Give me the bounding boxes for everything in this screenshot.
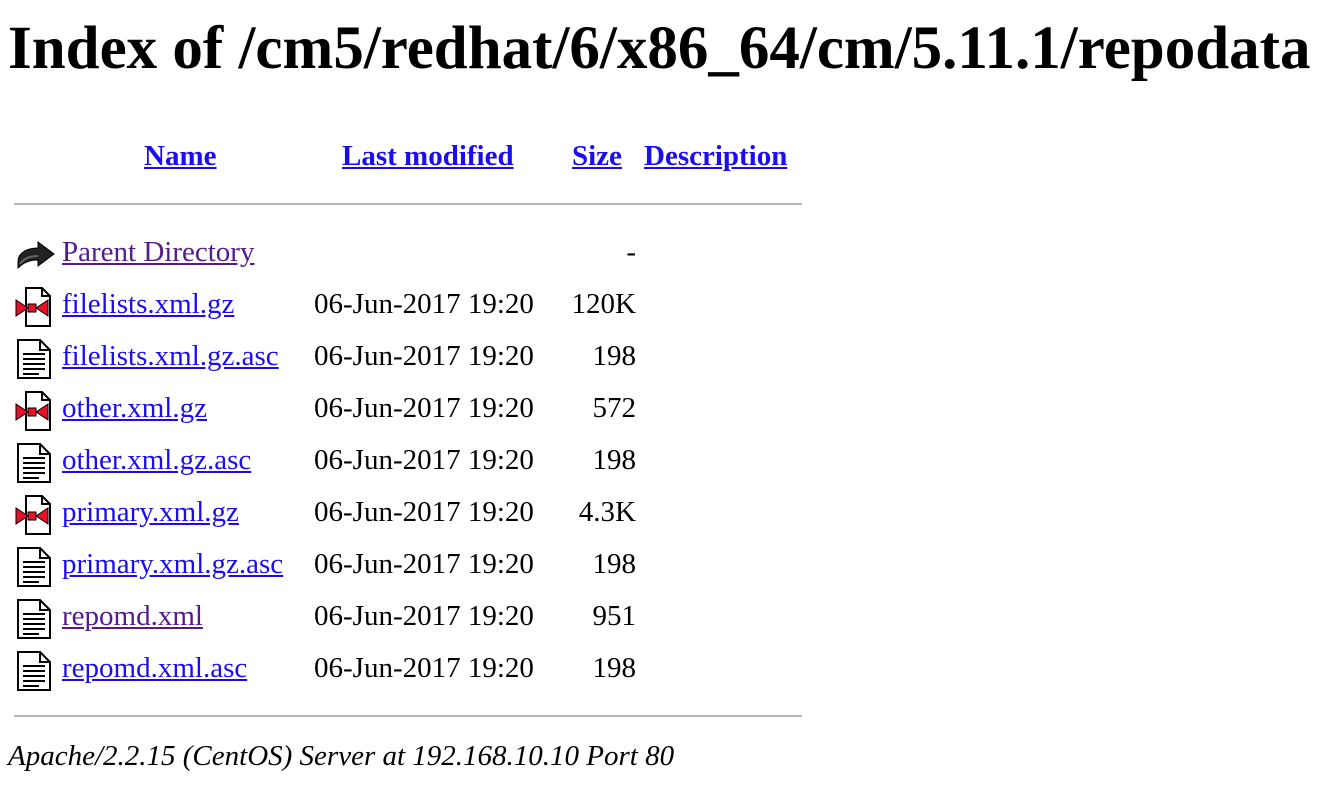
- column-header-description: Description: [644, 140, 787, 173]
- file-name-cell: other.xml.gz.asc: [62, 444, 251, 477]
- text-file-icon: [14, 442, 56, 484]
- sort-by-last-modified-link[interactable]: Last modified: [342, 140, 514, 172]
- text-file-icon: [14, 546, 56, 588]
- file-name-cell: other.xml.gz: [62, 392, 207, 425]
- compressed-file-icon: [14, 390, 56, 432]
- directory-listing: Name Last modified Size Description Pare…: [14, 132, 804, 732]
- header-divider: [14, 203, 802, 205]
- back-icon: [14, 234, 56, 276]
- size-cell: 198: [592, 652, 637, 684]
- file-name-cell: filelists.xml.gz: [62, 288, 234, 321]
- page-title: Index of /cm5/redhat/6/x86_64/cm/5.11.1/…: [8, 15, 1311, 82]
- file-link[interactable]: other.xml.gz.asc: [62, 444, 251, 476]
- column-header-name: Name: [144, 140, 216, 173]
- file-name-cell: repomd.xml.asc: [62, 652, 247, 685]
- size-cell: 951: [592, 600, 637, 632]
- file-name-cell: Parent Directory: [62, 236, 254, 269]
- sort-by-name-link[interactable]: Name: [144, 140, 216, 172]
- compressed-file-icon: [14, 286, 56, 328]
- file-name-cell: filelists.xml.gz.asc: [62, 340, 279, 373]
- size-cell: 4.3K: [578, 496, 636, 528]
- file-link[interactable]: primary.xml.gz: [62, 496, 239, 528]
- footer-divider: [14, 715, 802, 717]
- text-file-icon: [14, 338, 56, 380]
- file-name-cell: repomd.xml: [62, 600, 203, 633]
- last-modified-cell: 06-Jun-2017 19:20: [314, 444, 534, 476]
- size-cell: 198: [592, 444, 637, 476]
- size-cell: 198: [592, 548, 637, 580]
- last-modified-cell: 06-Jun-2017 19:20: [314, 600, 534, 632]
- last-modified-cell: 06-Jun-2017 19:20: [314, 496, 534, 528]
- last-modified-cell: 06-Jun-2017 19:20: [314, 288, 534, 320]
- file-name-cell: primary.xml.gz: [62, 496, 239, 529]
- file-link[interactable]: other.xml.gz: [62, 392, 207, 424]
- last-modified-cell: 06-Jun-2017 19:20: [314, 652, 534, 684]
- last-modified-cell: 06-Jun-2017 19:20: [314, 548, 534, 580]
- text-file-icon: [14, 598, 56, 640]
- size-cell: -: [626, 236, 636, 268]
- last-modified-cell: 06-Jun-2017 19:20: [314, 392, 534, 424]
- file-link[interactable]: repomd.xml: [62, 600, 203, 632]
- file-link[interactable]: filelists.xml.gz: [62, 288, 234, 320]
- size-cell: 198: [592, 340, 637, 372]
- size-cell: 120K: [571, 288, 636, 320]
- text-file-icon: [14, 650, 56, 692]
- compressed-file-icon: [14, 494, 56, 536]
- parent-directory-link[interactable]: Parent Directory: [62, 236, 254, 268]
- size-cell: 572: [592, 392, 637, 424]
- file-link[interactable]: filelists.xml.gz.asc: [62, 340, 279, 372]
- column-header-size: Size: [572, 140, 622, 173]
- sort-by-size-link[interactable]: Size: [572, 140, 622, 172]
- server-signature: Apache/2.2.15 (CentOS) Server at 192.168…: [8, 740, 675, 772]
- column-header-last-modified: Last modified: [342, 140, 514, 173]
- file-link[interactable]: repomd.xml.asc: [62, 652, 247, 684]
- file-name-cell: primary.xml.gz.asc: [62, 548, 283, 581]
- file-link[interactable]: primary.xml.gz.asc: [62, 548, 283, 580]
- sort-by-description-link[interactable]: Description: [644, 140, 787, 172]
- last-modified-cell: 06-Jun-2017 19:20: [314, 340, 534, 372]
